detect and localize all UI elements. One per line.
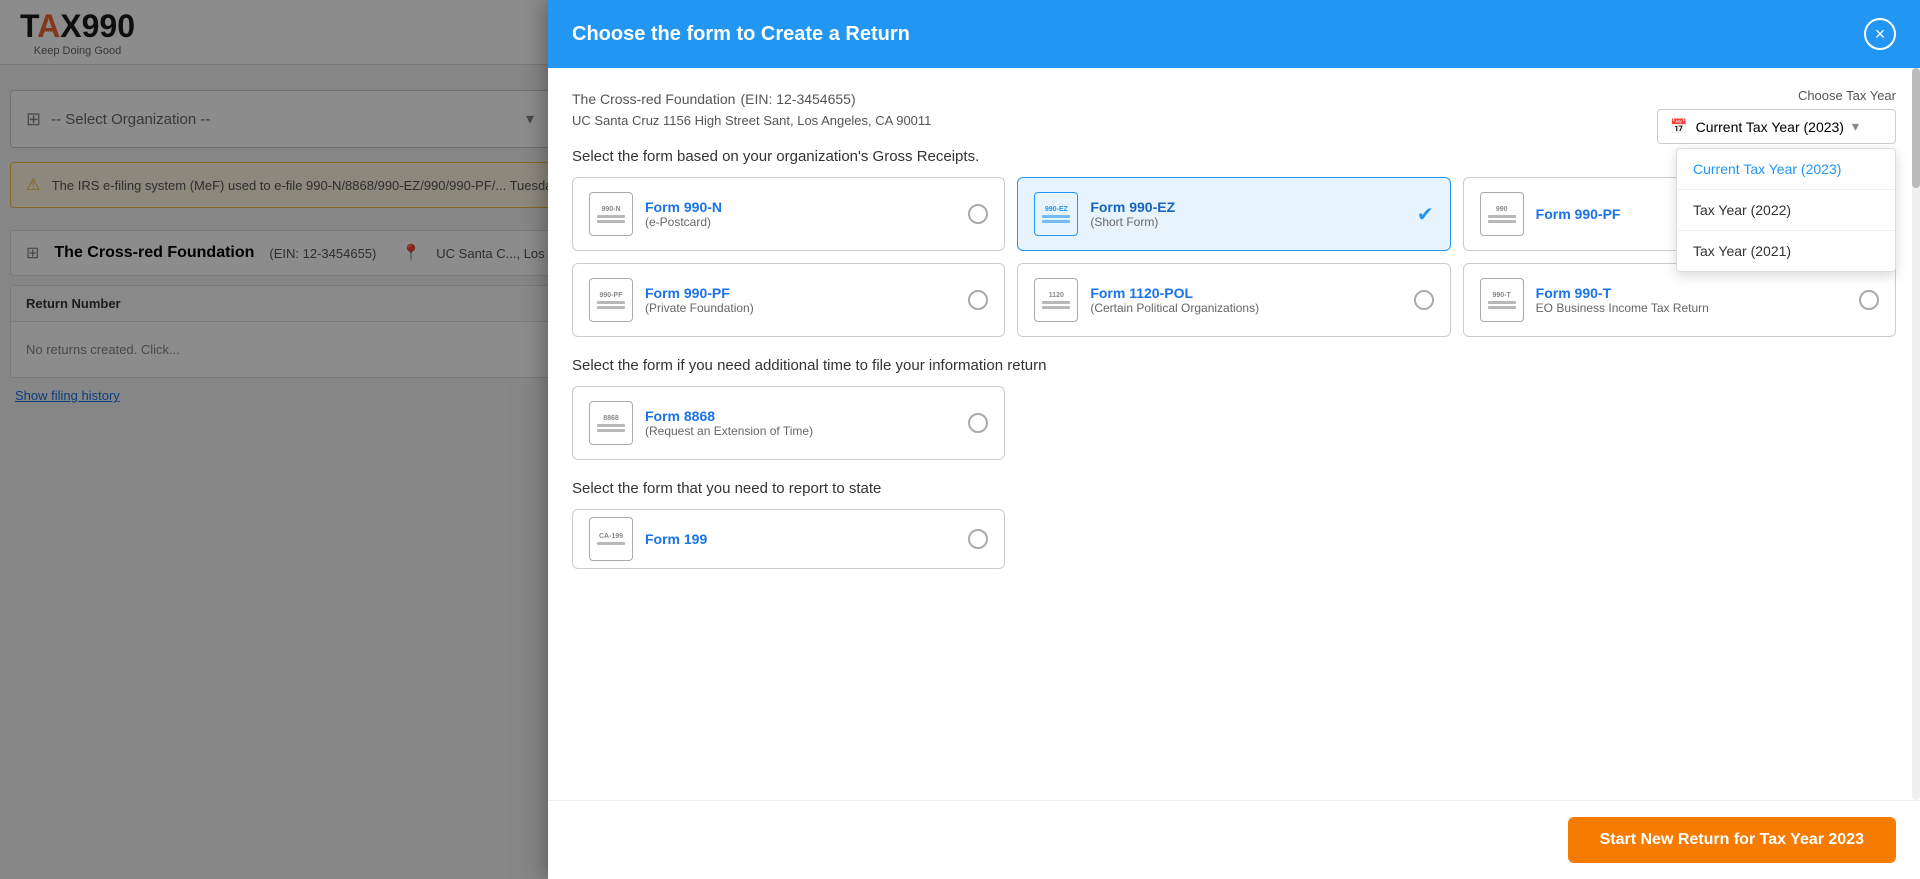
form-1120pol-info: Form 1120-POL (Certain Political Organiz… [1090, 285, 1401, 315]
modal-org-ein: (EIN: 12-3454655) [740, 91, 855, 107]
form-990pf-sub: (Private Foundation) [645, 301, 956, 315]
modal-header: Choose the form to Create a Return × [548, 0, 1920, 68]
create-return-modal: Choose the form to Create a Return × The… [548, 0, 1920, 879]
form-990ez-checkmark: ✔ [1417, 202, 1434, 227]
form-1120pol-sub: (Certain Political Organizations) [1090, 301, 1401, 315]
form-8868-icon: 8868 [589, 401, 633, 445]
form-8868-radio[interactable] [968, 413, 988, 433]
form-990t-sub: EO Business Income Tax Return [1536, 301, 1847, 315]
form-card-990t[interactable]: 990-T Form 990-T EO Business Income Tax … [1463, 263, 1896, 337]
form-990t-icon: 990-T [1480, 278, 1524, 322]
modal-close-button[interactable]: × [1864, 18, 1896, 50]
scrollbar-track [1912, 68, 1920, 800]
form-990t-info: Form 990-T EO Business Income Tax Return [1536, 285, 1847, 315]
form-990t-name: Form 990-T [1536, 285, 1847, 301]
form-990pf-info: Form 990-PF (Private Foundation) [645, 285, 956, 315]
tax-year-option-2023[interactable]: Current Tax Year (2023) [1677, 149, 1895, 190]
form-990ez-icon: 990-EZ [1034, 192, 1078, 236]
state-form-row: CA-199 Form 199 [572, 509, 1896, 569]
form-card-199[interactable]: CA-199 Form 199 [572, 509, 1005, 569]
scrollbar-thumb[interactable] [1912, 68, 1920, 188]
form-199-radio[interactable] [968, 529, 988, 549]
calendar-icon: 📅 [1670, 118, 1687, 135]
form-cards-row2: 990-PF Form 990-PF (Private Foundation) … [572, 263, 1896, 337]
form-1120pol-icon: 1120 [1034, 278, 1078, 322]
form-8868-name: Form 8868 [645, 408, 956, 424]
tax-year-area: Choose Tax Year 📅 Current Tax Year (2023… [1657, 88, 1896, 144]
form-990n-radio[interactable] [968, 204, 988, 224]
form-990ez-sub: (Short Form) [1090, 215, 1405, 229]
form-990n-sub: (e-Postcard) [645, 215, 956, 229]
tax-year-option-2021[interactable]: Tax Year (2021) [1677, 231, 1895, 271]
tax-year-label: Choose Tax Year [1798, 88, 1896, 103]
form-card-990ez[interactable]: 990-EZ Form 990-EZ (Short Form) ✔ [1017, 177, 1450, 251]
form-990pf-name: Form 990-PF [645, 285, 956, 301]
form-990ez-name: Form 990-EZ [1090, 199, 1405, 215]
tax-year-selected-value: Current Tax Year (2023) [1696, 119, 1844, 135]
section3-label: Select the form that you need to report … [572, 480, 1896, 497]
form-990n-icon: 990-N [589, 192, 633, 236]
form-990ez-info: Form 990-EZ (Short Form) [1090, 199, 1405, 229]
start-new-return-button[interactable]: Start New Return for Tax Year 2023 [1568, 817, 1896, 863]
form-1120pol-name: Form 1120-POL [1090, 285, 1401, 301]
form-1120pol-radio[interactable] [1414, 290, 1434, 310]
form-990pf-icon: 990-PF [589, 278, 633, 322]
form-8868-info: Form 8868 (Request an Extension of Time) [645, 408, 956, 438]
section2-label: Select the form if you need additional t… [572, 357, 1896, 374]
form-990-icon: 990 [1480, 192, 1524, 236]
modal-body: The Cross-red Foundation (EIN: 12-345465… [548, 68, 1920, 800]
modal-title: Choose the form to Create a Return [572, 23, 910, 46]
form-8868-sub: (Request an Extension of Time) [645, 424, 956, 438]
form-199-icon: CA-199 [589, 517, 633, 561]
tax-year-dropdown: Current Tax Year (2023) Tax Year (2022) … [1676, 148, 1896, 272]
form-card-1120pol[interactable]: 1120 Form 1120-POL (Certain Political Or… [1017, 263, 1450, 337]
form-199-name: Form 199 [645, 531, 956, 547]
tax-year-select[interactable]: 📅 Current Tax Year (2023) ▾ [1657, 109, 1896, 144]
chevron-down-icon: ▾ [1852, 118, 1859, 135]
tax-year-option-2022[interactable]: Tax Year (2022) [1677, 190, 1895, 231]
extension-form-row: 8868 Form 8868 (Request an Extension of … [572, 386, 1896, 460]
form-990pf-radio[interactable] [968, 290, 988, 310]
form-card-8868[interactable]: 8868 Form 8868 (Request an Extension of … [572, 386, 1005, 460]
form-card-990pf[interactable]: 990-PF Form 990-PF (Private Foundation) [572, 263, 1005, 337]
form-199-info: Form 199 [645, 531, 956, 547]
form-990n-info: Form 990-N (e-Postcard) [645, 199, 956, 229]
form-card-990n[interactable]: 990-N Form 990-N (e-Postcard) [572, 177, 1005, 251]
modal-footer: Start New Return for Tax Year 2023 [548, 800, 1920, 879]
form-990t-radio[interactable] [1859, 290, 1879, 310]
form-990n-name: Form 990-N [645, 199, 956, 215]
